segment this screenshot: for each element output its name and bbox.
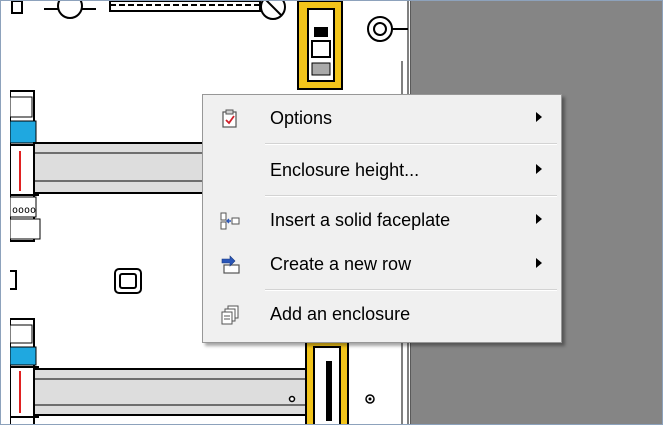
checklist-icon — [222, 109, 237, 128]
menu-item-label: Insert a solid faceplate — [270, 209, 451, 230]
mid-fittings — [10, 268, 142, 294]
menu-item-options[interactable]: Options — [205, 100, 559, 136]
submenu-arrow-icon — [536, 112, 542, 122]
application-frame: oooo Options Enclosure height... Insert … — [0, 0, 663, 425]
new-row-icon — [221, 255, 240, 274]
context-menu: Options Enclosure height... Insert a sol… — [202, 94, 562, 343]
submenu-arrow-icon — [536, 258, 542, 268]
enclosure-icon — [221, 305, 239, 325]
menu-separator — [265, 289, 557, 291]
submenu-arrow-icon — [536, 164, 542, 174]
menu-separator — [265, 143, 557, 145]
menu-item-insert-solid-faceplate[interactable]: Insert a solid faceplate — [205, 202, 559, 238]
menu-item-label: Options — [270, 107, 333, 128]
faceplate-icon — [220, 212, 240, 230]
menu-item-add-enclosure[interactable]: Add an enclosure — [205, 296, 559, 332]
menu-separator — [265, 195, 557, 197]
svg-text:oooo: oooo — [12, 205, 36, 216]
breaker-module-top — [297, 1, 343, 90]
submenu-arrow-icon — [536, 214, 542, 224]
menu-item-label: Enclosure height... — [270, 159, 420, 180]
din-rail-2 — [33, 368, 341, 416]
menu-item-label: Add an enclosure — [270, 303, 411, 324]
breaker-module-bottom — [305, 338, 375, 424]
menu-item-label: Create a new row — [270, 253, 412, 274]
menu-item-enclosure-height[interactable]: Enclosure height... — [205, 152, 559, 188]
menu-item-create-new-row[interactable]: Create a new row — [205, 246, 559, 282]
